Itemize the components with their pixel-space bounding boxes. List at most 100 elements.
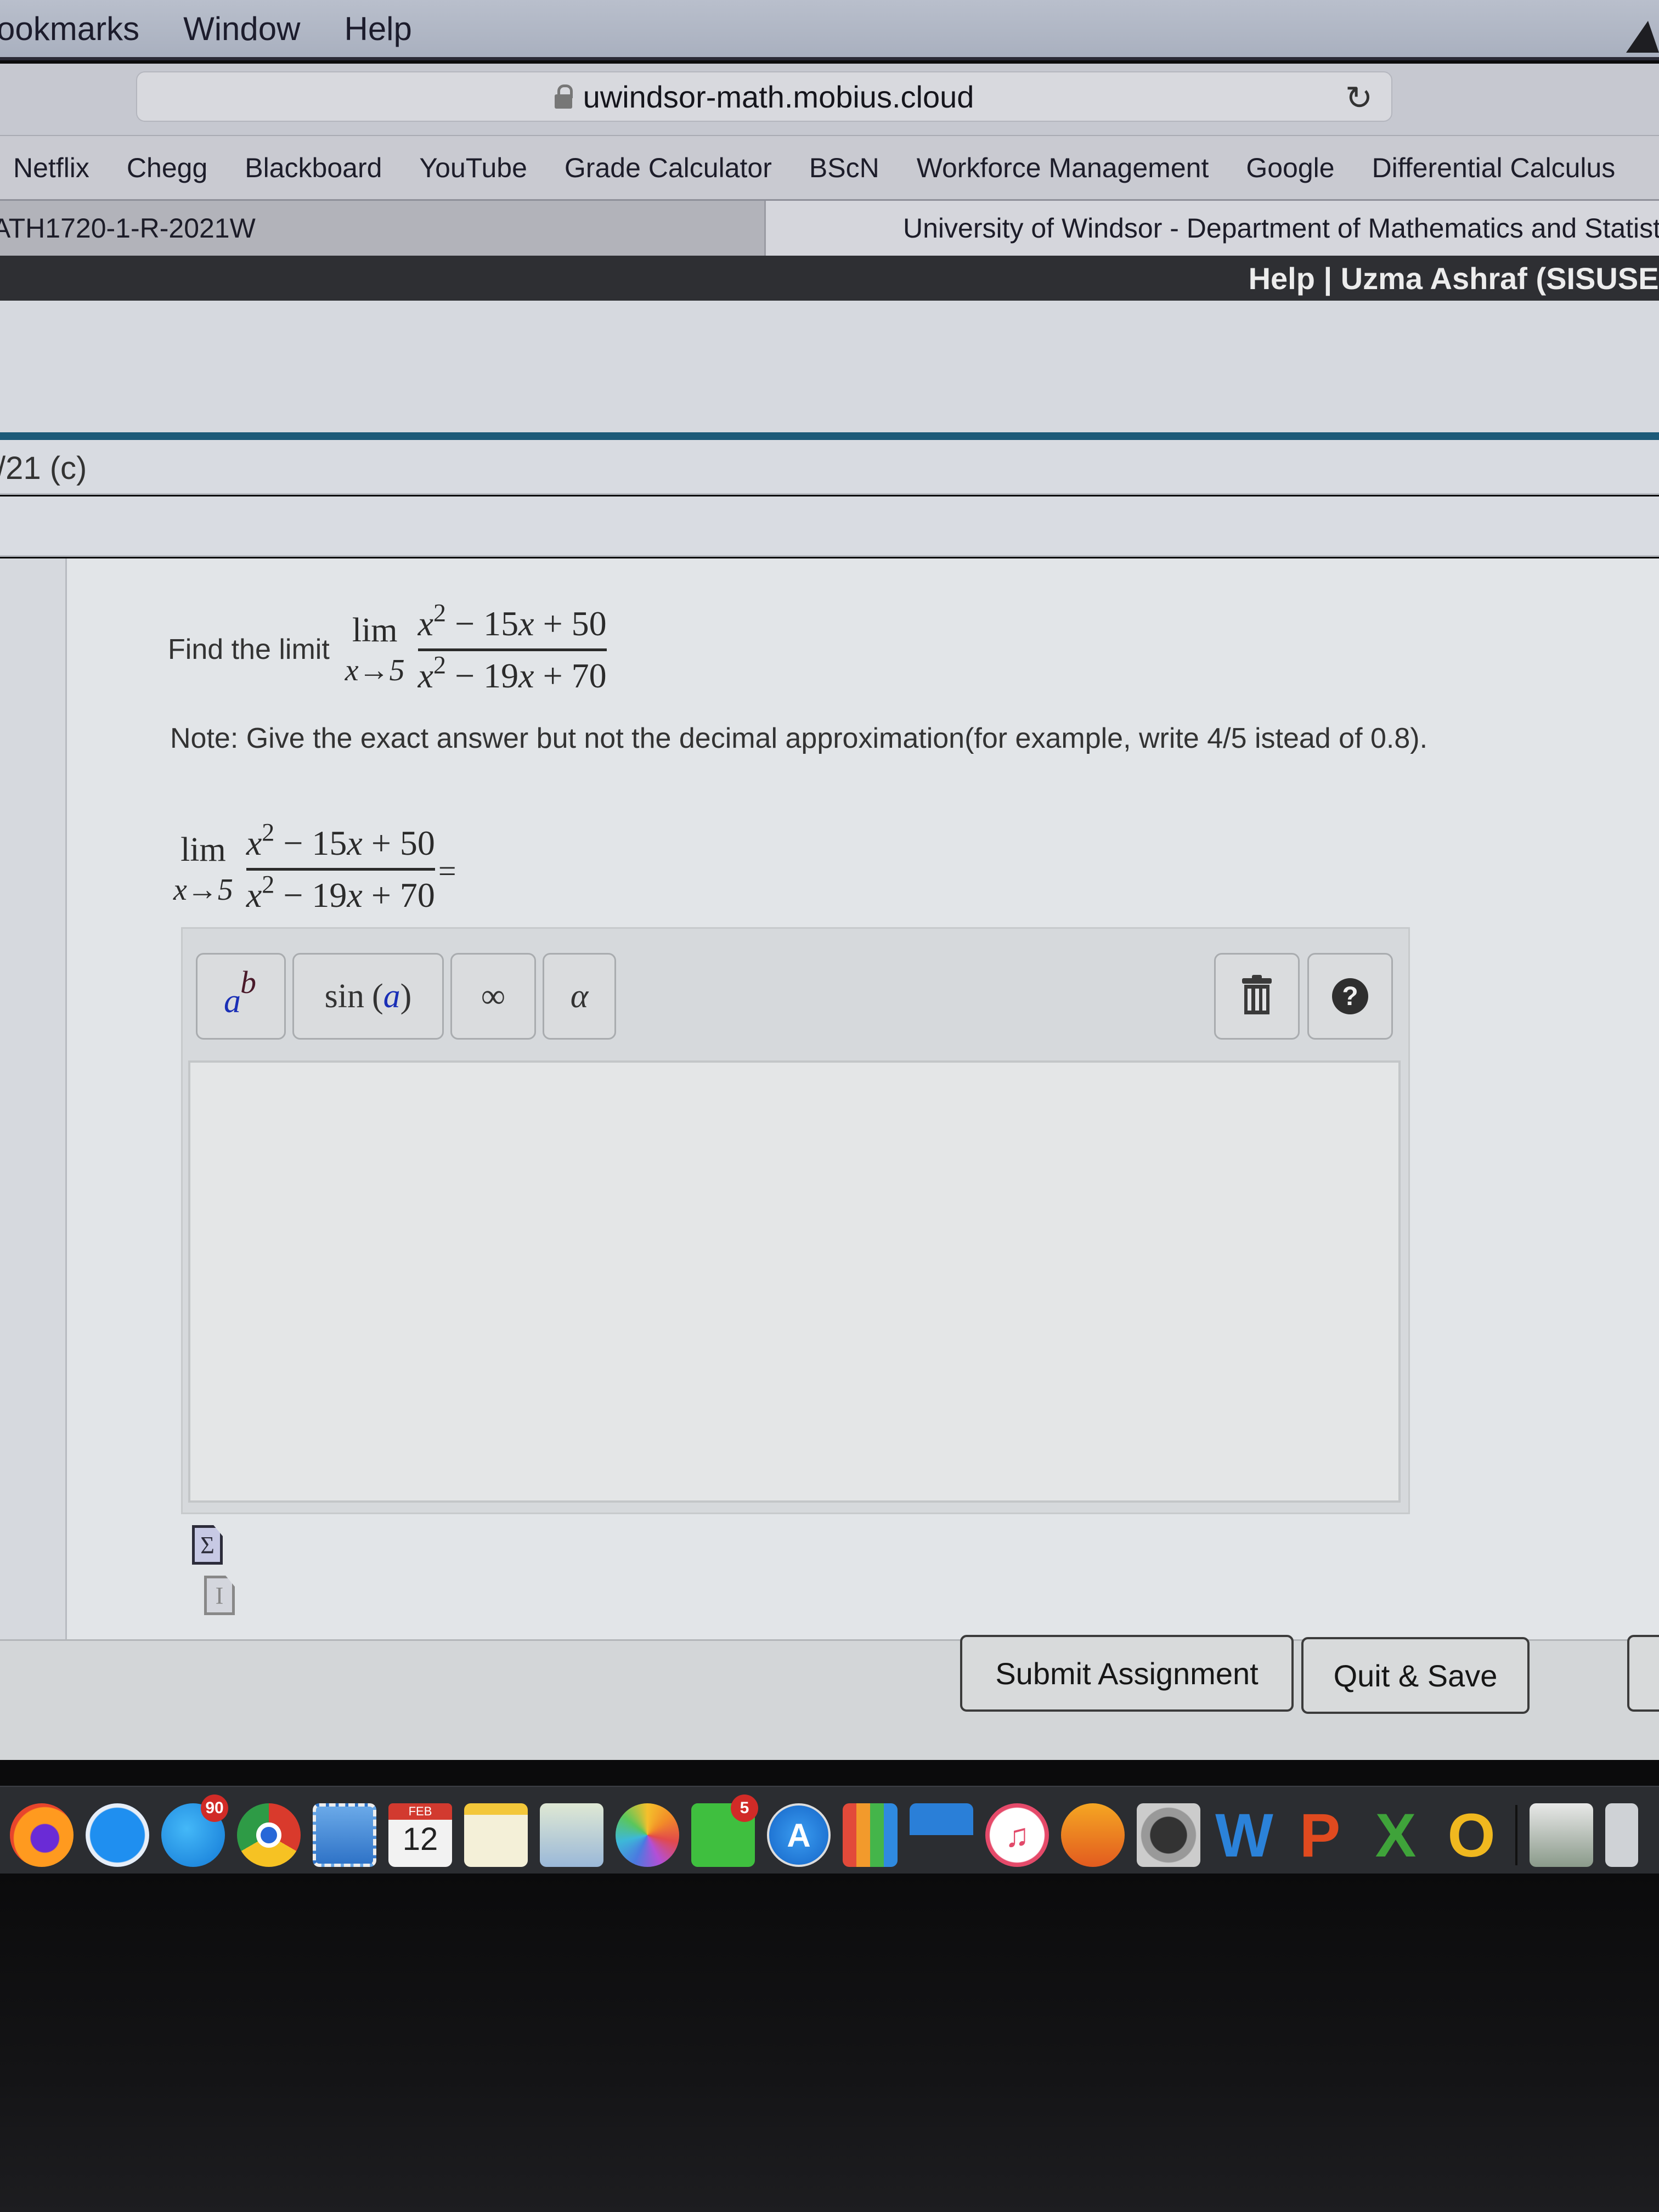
menu-window[interactable]: Window <box>183 10 300 48</box>
numbers-icon[interactable] <box>843 1803 898 1867</box>
power-button[interactable]: a b <box>196 953 286 1040</box>
question-note: Note: Give the exact answer but not the … <box>170 723 1428 754</box>
ans-num-const: + 50 <box>362 823 435 862</box>
denominator: x2 − 19x + 70 <box>417 652 607 696</box>
bookmark-netflix[interactable]: Netflix <box>13 152 89 184</box>
reload-icon[interactable]: ↻ <box>1340 79 1378 117</box>
calendar-month: FEB <box>388 1803 452 1820</box>
excel-icon[interactable]: X <box>1364 1801 1427 1870</box>
chrome-icon[interactable] <box>237 1803 301 1881</box>
accent-divider <box>0 432 1659 440</box>
clear-button[interactable] <box>1214 953 1300 1040</box>
quit-save-button[interactable]: Quit & Save <box>1301 1637 1530 1714</box>
messages-icon[interactable]: 90 <box>161 1795 228 1867</box>
help-icon: ? <box>1332 978 1368 1014</box>
infinity-button[interactable]: ∞ <box>450 953 536 1040</box>
equation-editor: a b sin ( a ) ∞ α ? <box>181 927 1410 1514</box>
bookmark-youtube[interactable]: YouTube <box>419 152 527 184</box>
mail-icon[interactable] <box>313 1803 376 1867</box>
bookmark-blackboard[interactable]: Blackboard <box>245 152 382 184</box>
photos-icon[interactable] <box>616 1803 679 1867</box>
next-button[interactable] <box>1627 1635 1659 1712</box>
recent-document-icon[interactable] <box>1530 1803 1593 1867</box>
bookmark-grade-calculator[interactable]: Grade Calculator <box>565 152 772 184</box>
bookmark-workforce-management[interactable]: Workforce Management <box>917 152 1209 184</box>
facetime-icon[interactable]: 5 <box>691 1795 758 1867</box>
ans-num-var: x <box>246 823 262 862</box>
user-links[interactable]: Help | Uzma Ashraf (SISUSER <box>1249 261 1659 296</box>
menu-bookmarks[interactable]: ookmarks <box>0 10 139 48</box>
trash-icon <box>1242 975 1272 1014</box>
maps-icon[interactable] <box>540 1803 603 1867</box>
sin-close-paren: ) <box>400 977 412 1015</box>
bookmarks-bar: Netflix Chegg Blackboard YouTube Grade C… <box>0 135 1659 201</box>
answer-limit-operator: lim x→5 <box>173 833 233 905</box>
books-icon[interactable] <box>1061 1803 1125 1867</box>
system-preferences-icon[interactable] <box>1137 1803 1200 1867</box>
trash-dock-icon[interactable] <box>1605 1803 1638 1867</box>
address-url[interactable]: uwindsor-math.mobius.cloud <box>583 79 974 115</box>
sin-button[interactable]: sin ( a ) <box>292 953 444 1040</box>
num-term: − 15 <box>446 604 519 643</box>
keynote-icon[interactable] <box>910 1803 973 1867</box>
ans-num-term: − 15 <box>274 823 347 862</box>
menu-bar: ookmarks Window Help <box>0 0 1659 60</box>
alpha-icon: α <box>570 977 589 1015</box>
question-number: /21 (c) <box>0 450 87 486</box>
tab-course[interactable]: ATH1720-1-R-2021W <box>0 201 766 256</box>
facetime-badge: 5 <box>731 1795 758 1822</box>
status-triangle-icon[interactable] <box>1626 21 1659 53</box>
ans-num-var2: x <box>347 823 363 862</box>
safari-icon[interactable] <box>86 1803 149 1881</box>
question-toolbar-row <box>0 496 1659 557</box>
num-const: + 50 <box>534 604 607 643</box>
app-store-icon[interactable]: A <box>767 1803 831 1867</box>
den-var: x <box>417 656 434 695</box>
outlook-icon[interactable]: O <box>1440 1801 1503 1870</box>
calendar-icon[interactable]: FEB 12 <box>388 1803 452 1867</box>
firefox-icon[interactable] <box>10 1803 74 1867</box>
answer-fraction-bar <box>246 867 435 871</box>
sin-open-paren: ( <box>372 977 383 1015</box>
lim-word: lim <box>352 612 398 650</box>
ans-den-exp: 2 <box>262 870 275 899</box>
menu-help[interactable]: Help <box>344 10 411 48</box>
lock-icon <box>554 84 573 109</box>
question-prompt: Find the limit lim x→5 x2 − 15x + 50 x2 … <box>168 600 607 696</box>
limit-operator: lim x→5 <box>345 613 405 686</box>
sin-arg: a <box>383 977 400 1015</box>
ans-den-var: x <box>246 875 262 915</box>
bookmark-chegg[interactable]: Chegg <box>127 152 207 184</box>
music-icon[interactable]: ♫ <box>985 1803 1049 1867</box>
dock-separator <box>1515 1805 1517 1865</box>
site-header: Help | Uzma Ashraf (SISUSER <box>0 256 1659 301</box>
sin-label: sin <box>324 977 365 1015</box>
address-bar[interactable]: uwindsor-math.mobius.cloud ↻ <box>136 71 1392 122</box>
submit-assignment-button[interactable]: Submit Assignment <box>960 1635 1294 1712</box>
power-icon: a b <box>222 964 260 1021</box>
tab-course-label: ATH1720-1-R-2021W <box>0 213 256 244</box>
bookmark-differential-calculus[interactable]: Differential Calculus <box>1372 152 1616 184</box>
num-var2: x <box>518 604 534 643</box>
bookmark-bscn[interactable]: BScN <box>809 152 879 184</box>
answer-input[interactable] <box>188 1060 1401 1503</box>
tab-uwindsor-math[interactable]: University of Windsor - Department of Ma… <box>766 201 1659 256</box>
browser-toolbar: uwindsor-math.mobius.cloud ↻ <box>0 64 1659 135</box>
greek-letters-button[interactable]: α <box>543 953 616 1040</box>
calendar-day: 12 <box>402 1821 438 1857</box>
answer-numerator: x2 − 15x + 50 <box>246 820 435 864</box>
num-exp: 2 <box>433 599 447 627</box>
text-mode-icon[interactable]: I <box>204 1576 235 1615</box>
powerpoint-icon[interactable]: P <box>1288 1801 1352 1870</box>
word-icon[interactable]: W <box>1212 1801 1276 1870</box>
ans-den-const: + 70 <box>362 875 435 915</box>
ans-den-var2: x <box>347 875 363 915</box>
bookmark-google[interactable]: Google <box>1246 152 1334 184</box>
answer-fraction: x2 − 15x + 50 x2 − 19x + 70 <box>246 820 435 915</box>
answer-lim-approach-text: x→5 <box>173 873 233 907</box>
editor-help-button[interactable]: ? <box>1307 953 1393 1040</box>
left-gutter <box>0 558 67 1639</box>
notes-icon[interactable] <box>464 1803 528 1867</box>
ans-den-term: − 19 <box>274 875 347 915</box>
equation-mode-icon[interactable]: Σ <box>192 1525 223 1565</box>
